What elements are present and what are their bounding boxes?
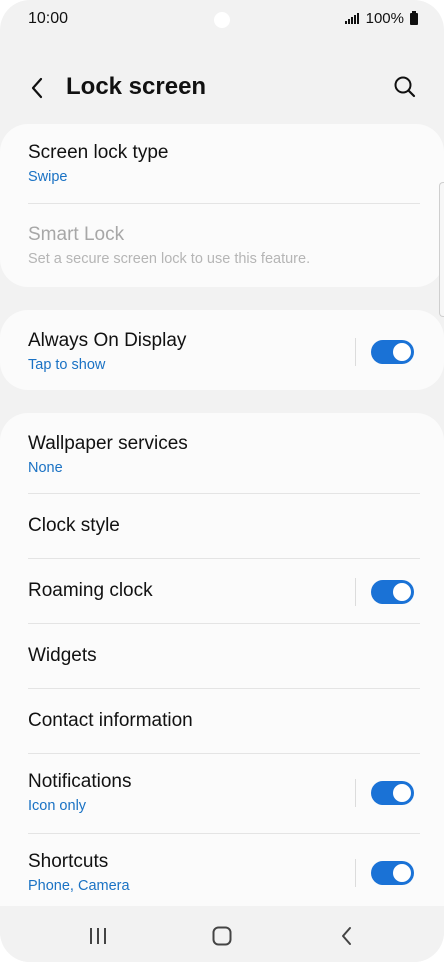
lock-screen-options-card: Wallpaper services None Clock style Roam… [0, 413, 444, 933]
battery-icon [410, 10, 418, 25]
widgets-title: Widgets [28, 645, 97, 666]
wallpaper-services-item[interactable]: Wallpaper services None [0, 433, 444, 476]
roaming-clock-toggle[interactable] [371, 579, 414, 604]
notifications-switch-area [355, 779, 414, 807]
navigation-bar [0, 906, 444, 962]
lock-screen-settings: 10:00 100% Lock screen Screen lock type … [0, 0, 444, 962]
divider [28, 753, 420, 754]
lock-type-card: Screen lock type Swipe Smart Lock Set a … [0, 124, 444, 287]
smart-lock-item: Smart Lock Set a secure screen lock to u… [0, 224, 444, 267]
screen-lock-type-title: Screen lock type [28, 142, 169, 163]
shortcuts-switch-area [355, 859, 414, 887]
home-icon[interactable] [204, 918, 240, 954]
divider [28, 833, 420, 834]
smart-lock-title: Smart Lock [28, 224, 125, 245]
status-indicators: 100% [344, 10, 418, 27]
app-bar: Lock screen [0, 60, 444, 116]
notifications-toggle[interactable] [371, 781, 414, 805]
screen-lock-type-item[interactable]: Screen lock type Swipe [0, 142, 444, 185]
scrollbar[interactable] [439, 182, 444, 317]
signal-icon [344, 13, 359, 24]
separator [355, 338, 356, 366]
always-on-display-switch-area [355, 338, 414, 366]
shortcuts-item[interactable]: Shortcuts Phone, Camera [0, 851, 444, 895]
wallpaper-services-title: Wallpaper services [28, 433, 188, 454]
camera-cutout [214, 12, 230, 28]
roaming-clock-switch-area [355, 577, 414, 606]
shortcuts-toggle[interactable] [371, 861, 414, 885]
divider [28, 203, 420, 204]
clock-style-title: Clock style [28, 515, 120, 536]
wallpaper-services-value: None [28, 460, 63, 476]
always-on-display-toggle[interactable] [371, 340, 414, 364]
divider [28, 623, 420, 624]
separator [355, 859, 356, 887]
search-icon[interactable] [392, 74, 418, 100]
battery-percent: 100% [365, 10, 404, 27]
status-bar: 10:00 100% [0, 0, 444, 40]
roaming-clock-item[interactable]: Roaming clock [0, 569, 444, 614]
separator [355, 577, 356, 606]
contact-information-title: Contact information [28, 710, 193, 731]
notifications-item[interactable]: Notifications Icon only [0, 771, 444, 815]
clock-style-item[interactable]: Clock style [0, 515, 444, 537]
separator [355, 779, 356, 807]
status-time: 10:00 [28, 10, 69, 27]
divider [28, 558, 420, 559]
always-on-display-card: Always On Display Tap to show [0, 310, 444, 390]
divider [28, 688, 420, 689]
contact-information-item[interactable]: Contact information [0, 710, 444, 732]
back-nav-icon[interactable] [329, 918, 365, 954]
divider [28, 493, 420, 494]
widgets-item[interactable]: Widgets [0, 645, 444, 667]
back-arrow-icon[interactable] [26, 74, 50, 102]
page-title: Lock screen [66, 73, 207, 100]
smart-lock-description: Set a secure screen lock to use this fea… [28, 251, 311, 267]
recents-icon[interactable] [80, 918, 116, 954]
always-on-display-item[interactable]: Always On Display Tap to show [0, 330, 444, 374]
screen-lock-type-value: Swipe [28, 169, 68, 185]
